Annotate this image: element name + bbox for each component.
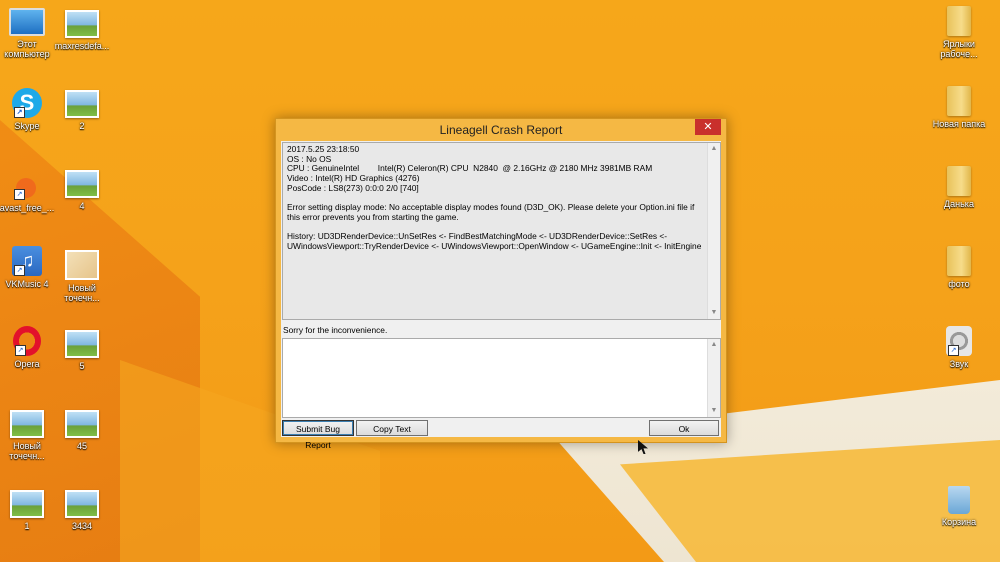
desktop-icon-opera[interactable]: ↗ Opera [0, 326, 58, 369]
crash-report-dialog: Lineagell Crash Report ✕ 2017.5.25 23:18… [275, 118, 727, 450]
desktop-icon-label: фото [948, 279, 970, 289]
desktop-icon-5[interactable]: 5 [51, 330, 113, 371]
image-file-icon [65, 490, 99, 518]
shortcut-arrow-icon: ↗ [14, 265, 25, 276]
shortcut-arrow-icon: ↗ [948, 345, 959, 356]
desktop-icon-vkmusic[interactable]: ♫ ↗ VKMusic 4 [0, 246, 58, 289]
desktop-icon-this-pc[interactable]: Этот компьютер [0, 8, 58, 59]
image-file-icon [65, 410, 99, 438]
folder-icon [947, 246, 971, 276]
scroll-down-icon[interactable]: ▼ [708, 405, 720, 417]
desktop-icon-new-bitmap[interactable]: Новый точечн... [51, 250, 113, 303]
scroll-up-icon[interactable]: ▲ [708, 143, 720, 155]
scroll-down-icon[interactable]: ▼ [708, 307, 720, 319]
desktop-icon-label: Корзина [941, 517, 977, 527]
comment-textbox[interactable]: ▲ ▼ [282, 338, 721, 418]
shortcut-arrow-icon: ↗ [15, 345, 26, 356]
desktop-icon-label: Этот компьютер [4, 39, 50, 59]
image-file-icon [10, 410, 44, 438]
desktop-icon-maxresdefault[interactable]: maxresdefa... [51, 10, 113, 51]
desktop-icon-4[interactable]: 4 [51, 170, 113, 211]
desktop-icon-label: Данька [944, 199, 974, 209]
comment-scrollbar[interactable]: ▲ ▼ [707, 339, 720, 417]
desktop-icon-2[interactable]: 2 [51, 90, 113, 131]
desktop-icon-label: Звук [949, 359, 969, 369]
desktop-icon-photo-folder[interactable]: фото [928, 246, 990, 289]
folder-icon [947, 166, 971, 196]
desktop-icon-label: avast_free_... [0, 203, 55, 213]
apology-text: Sorry for the inconvenience. [283, 325, 388, 335]
skype-icon: S ↗ [12, 88, 42, 118]
dialog-title: Lineagell Crash Report [439, 123, 563, 137]
desktop-icon-label: Новая папка [932, 119, 986, 129]
desktop-icon-skype[interactable]: S ↗ Skype [0, 88, 58, 131]
desktop-icon-recycle-bin[interactable]: Корзина [928, 486, 990, 527]
desktop-icon-label: 3434 [71, 521, 93, 531]
folder-icon [947, 6, 971, 36]
report-scrollbar[interactable]: ▲ ▼ [707, 143, 720, 319]
desktop-icon-label: 1 [24, 521, 30, 531]
folder-icon [947, 86, 971, 116]
desktop-icon-sound[interactable]: ↗ Звук [928, 326, 990, 369]
desktop-icon-danka-folder[interactable]: Данька [928, 166, 990, 209]
recycle-bin-icon [948, 486, 970, 514]
image-file-icon [65, 10, 99, 38]
image-file-icon [10, 490, 44, 518]
dialog-client-area: 2017.5.25 23:18:50 OS : No OS CPU : Genu… [281, 141, 721, 450]
dialog-titlebar[interactable]: Lineagell Crash Report ✕ [276, 119, 726, 141]
desktop-icon-new-bitmap-2[interactable]: Новый точечн... [0, 410, 58, 461]
vkmusic-icon: ♫ ↗ [12, 246, 42, 276]
crash-report-text: 2017.5.25 23:18:50 OS : No OS CPU : Genu… [287, 144, 702, 252]
image-file-icon [65, 170, 99, 198]
desktop-icon-label: 5 [79, 361, 85, 371]
desktop-icon-label: maxresdefa... [54, 41, 110, 51]
desktop-icon-label: 4 [79, 201, 85, 211]
desktop-icon-label: 45 [76, 441, 87, 451]
desktop-icon-label: VKMusic 4 [5, 279, 49, 289]
desktop-icon-avast[interactable]: ↗ avast_free_... [0, 170, 58, 213]
ok-button[interactable]: Ok [649, 420, 719, 436]
desktop-icon-label: Новый точечн... [9, 441, 45, 461]
desktop-icon-1[interactable]: 1 [0, 490, 58, 531]
copy-text-button[interactable]: Copy Text [356, 420, 428, 436]
crash-report-textbox[interactable]: 2017.5.25 23:18:50 OS : No OS CPU : Genu… [282, 142, 721, 320]
image-file-icon [65, 90, 99, 118]
desktop-icon-label: Ярлыки рабоче... [940, 39, 978, 59]
desktop-icon-45[interactable]: 45 [51, 410, 113, 451]
desktop-icon-label: Skype [14, 121, 40, 131]
shortcut-arrow-icon: ↗ [14, 189, 25, 200]
bitmap-file-icon [65, 250, 99, 280]
scroll-up-icon[interactable]: ▲ [708, 339, 720, 351]
desktop-icon-label: Opera [14, 359, 40, 369]
desktop-icon-shortcuts-folder[interactable]: Ярлыки рабоче... [928, 6, 990, 59]
speaker-icon: ↗ [946, 326, 972, 356]
desktop-icon-3434[interactable]: 3434 [51, 490, 113, 531]
opera-icon: ↗ [13, 326, 41, 356]
submit-bug-report-button[interactable]: Submit Bug Report [282, 420, 354, 450]
desktop-icon-label: Новый точечн... [64, 283, 100, 303]
desktop-icon-new-folder[interactable]: Новая папка [928, 86, 990, 129]
avast-icon: ↗ [12, 170, 42, 200]
image-file-icon [65, 330, 99, 358]
close-button[interactable]: ✕ [695, 119, 721, 135]
computer-icon [9, 8, 45, 36]
desktop-icon-label: 2 [79, 121, 85, 131]
shortcut-arrow-icon: ↗ [14, 107, 25, 118]
